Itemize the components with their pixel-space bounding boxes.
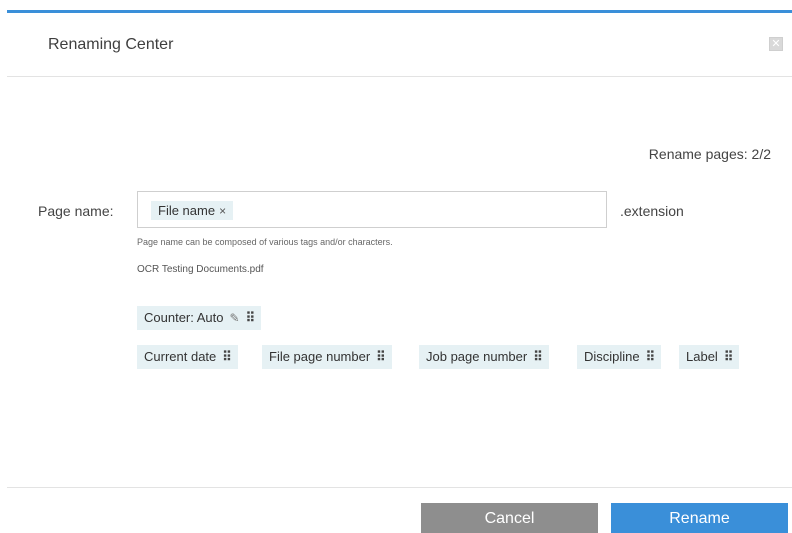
rename-pages-counter: Rename pages: 2/2: [648, 146, 771, 162]
drag-handle-icon[interactable]: ⠿: [376, 349, 385, 364]
tag-label: Label: [686, 349, 718, 364]
input-tag-label: File name: [158, 203, 216, 218]
drag-handle-icon[interactable]: ⠿: [533, 349, 542, 364]
rename-button[interactable]: Rename: [611, 503, 788, 533]
drag-handle-icon[interactable]: ⠿: [222, 349, 231, 364]
tag-file-page-number[interactable]: File page number ⠿: [262, 345, 392, 369]
tag-label: File page number: [269, 349, 371, 364]
tag-discipline[interactable]: Discipline ⠿: [577, 345, 662, 369]
pencil-icon[interactable]: ✎: [230, 311, 240, 325]
page-name-hint: Page name can be composed of various tag…: [137, 237, 393, 247]
header-divider: [7, 76, 792, 77]
cancel-button[interactable]: Cancel: [421, 503, 598, 533]
tag-label: Current date: [144, 349, 217, 364]
renaming-center-dialog: Renaming Center ✕ Rename pages: 2/2 Page…: [0, 0, 792, 533]
source-file-name: OCR Testing Documents.pdf: [137, 264, 264, 275]
tag-label: Discipline: [584, 349, 640, 364]
extension-label: .extension: [620, 203, 684, 219]
drag-handle-icon[interactable]: ⠿: [724, 349, 733, 364]
tag-job-page-number[interactable]: Job page number ⠿: [419, 345, 549, 369]
tag-label[interactable]: Label ⠿: [679, 345, 740, 369]
close-icon[interactable]: ✕: [769, 37, 783, 51]
footer-divider: [7, 487, 792, 488]
tag-label: Job page number: [426, 349, 528, 364]
tag-remove-icon[interactable]: ×: [219, 204, 226, 218]
tag-label: Counter: Auto: [144, 310, 224, 325]
drag-handle-icon[interactable]: ⠿: [246, 310, 255, 325]
dialog-title: Renaming Center: [48, 36, 174, 53]
tag-counter[interactable]: Counter: Auto ✎ ⠿: [137, 306, 262, 330]
page-name-input[interactable]: File name ×: [137, 191, 607, 228]
input-tag-file-name[interactable]: File name ×: [151, 201, 234, 220]
drag-handle-icon[interactable]: ⠿: [646, 349, 655, 364]
tag-current-date[interactable]: Current date ⠿: [137, 345, 238, 369]
page-name-label: Page name:: [38, 203, 114, 219]
dialog-accent-bar: [7, 10, 792, 13]
